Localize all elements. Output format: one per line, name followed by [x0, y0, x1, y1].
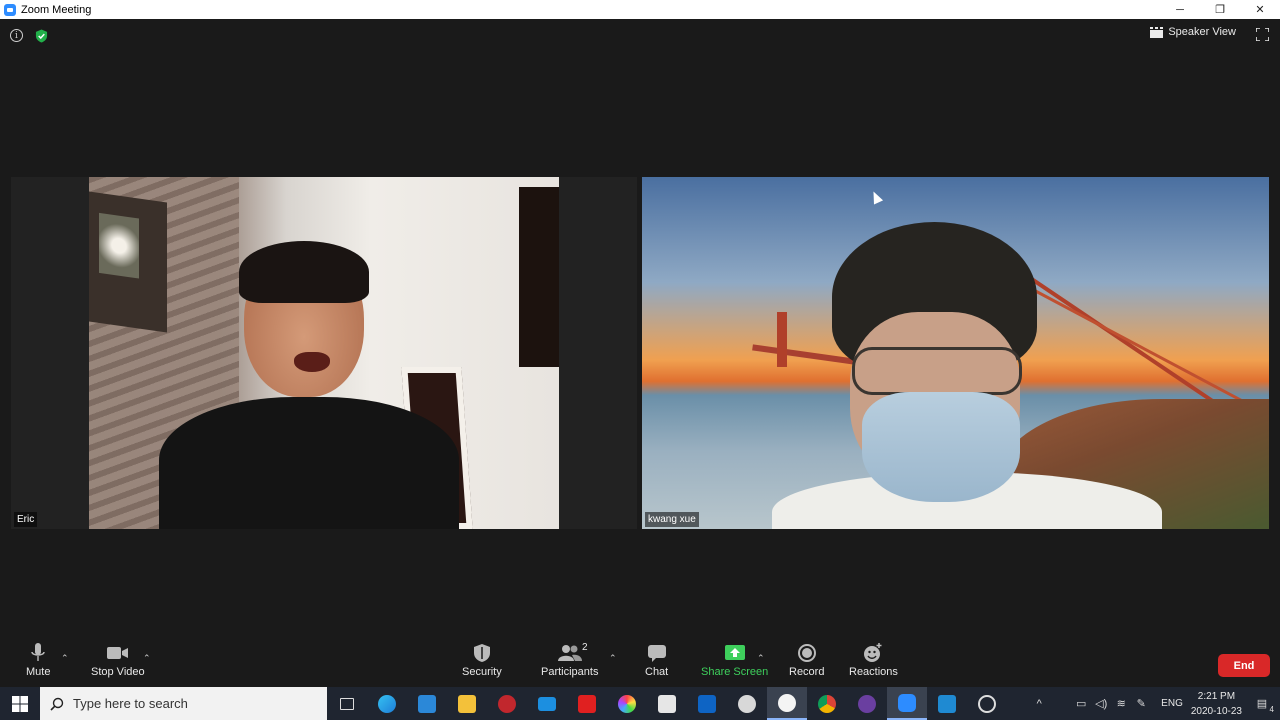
mute-button[interactable]: Mute: [26, 643, 50, 678]
task-view-icon[interactable]: [327, 687, 367, 720]
zoom-app-icon: [4, 3, 16, 16]
wall-picture: [89, 191, 167, 333]
participants-icon: [557, 645, 582, 661]
language-indicator[interactable]: ENG: [1161, 698, 1183, 709]
security-label: Security: [462, 666, 502, 678]
pen-icon[interactable]: ✎: [1131, 697, 1151, 710]
notification-icon[interactable]: ▤ 4: [1252, 697, 1274, 714]
windows-logo-icon: [12, 695, 28, 712]
video-options-caret[interactable]: ⌃: [143, 653, 151, 664]
app-purple-icon[interactable]: [847, 687, 887, 720]
fullscreen-icon[interactable]: [1256, 28, 1269, 41]
youdao-icon[interactable]: [567, 687, 607, 720]
close-button[interactable]: ✕: [1240, 0, 1280, 19]
participants-label: Participants: [541, 666, 599, 678]
chrome-like-icon[interactable]: [727, 687, 767, 720]
reactions-label: Reactions: [849, 666, 898, 678]
speaker-view-icon: [1150, 26, 1164, 38]
wifi-icon[interactable]: ≋: [1111, 697, 1131, 710]
reactions-button[interactable]: Reactions: [849, 643, 898, 678]
virtual-background: [642, 177, 1269, 529]
participant-name-tag: Eric: [14, 512, 38, 527]
record-label: Record: [789, 666, 825, 678]
bag-icon[interactable]: [647, 687, 687, 720]
participant-eric-video: [159, 241, 459, 529]
security-button[interactable]: Security: [462, 643, 502, 678]
record-icon: [797, 644, 816, 662]
start-button[interactable]: [0, 687, 40, 720]
participant-kwang-xue-video: [772, 222, 1162, 529]
speaker-view-button[interactable]: Speaker View: [1150, 26, 1236, 38]
battery-icon[interactable]: ▭: [1071, 697, 1091, 710]
paint-icon[interactable]: [607, 687, 647, 720]
encryption-shield-icon[interactable]: [35, 29, 48, 43]
windows-taskbar: Type here to search ^ ▭ ◁) ≋ ✎ ENG 2:21 …: [0, 687, 1280, 720]
store-icon[interactable]: [407, 687, 447, 720]
reactions-smiley-icon: [864, 643, 882, 662]
security-shield-icon: [473, 644, 490, 662]
chat-label: Chat: [645, 666, 669, 678]
share-screen-label: Share Screen: [701, 666, 769, 678]
window-title: Zoom Meeting: [21, 3, 92, 16]
clock-date: 2020-10-23: [1190, 705, 1242, 717]
notification-count: 4: [1269, 705, 1274, 714]
search-icon: [50, 697, 64, 711]
record-button[interactable]: Record: [789, 643, 824, 678]
file-explorer-icon[interactable]: [447, 687, 487, 720]
video-feed-eric: [89, 177, 559, 529]
stop-video-label: Stop Video: [91, 666, 145, 678]
clock-time: 2:21 PM: [1197, 690, 1236, 702]
participants-options-caret[interactable]: ⌃: [609, 653, 617, 664]
share-options-caret[interactable]: ⌃: [757, 653, 765, 664]
participants-button[interactable]: Participants: [541, 643, 598, 678]
taskbar-search-box[interactable]: Type here to search: [40, 687, 327, 720]
stop-video-button[interactable]: Stop Video: [91, 643, 145, 678]
restore-button[interactable]: ❐: [1200, 0, 1240, 19]
meeting-area: i Speaker View Eric kwang xue Mute ⌃ Sto…: [0, 19, 1280, 688]
end-meeting-button[interactable]: End: [1218, 654, 1270, 677]
system-tray: ^ ▭ ◁) ≋ ✎ ENG 2:21 PM 2020-10-23 ▤ 4: [1029, 687, 1280, 720]
participants-count: 2: [582, 642, 588, 653]
speaker-view-label: Speaker View: [1168, 26, 1236, 38]
vscode-icon[interactable]: [927, 687, 967, 720]
video-tile-eric[interactable]: Eric: [11, 177, 637, 529]
video-camera-icon: [106, 647, 128, 659]
volume-icon[interactable]: ◁): [1091, 697, 1111, 710]
zoom-icon[interactable]: [887, 687, 927, 720]
share-screen-icon: [724, 645, 745, 660]
app-red-icon[interactable]: [487, 687, 527, 720]
chat-bubble-icon: [647, 645, 666, 662]
search-placeholder: Type here to search: [73, 696, 188, 711]
mail-icon[interactable]: [527, 687, 567, 720]
audio-options-caret[interactable]: ⌃: [61, 653, 69, 664]
taskbar-clock[interactable]: 2:21 PM 2020-10-23: [1191, 689, 1242, 719]
chrome-icon[interactable]: [807, 687, 847, 720]
microphone-icon: [31, 643, 45, 661]
meeting-info-icon[interactable]: i: [10, 29, 23, 42]
window-titlebar: Zoom Meeting ─ ❐ ✕: [0, 0, 1280, 19]
edge-icon[interactable]: [367, 687, 407, 720]
show-hidden-icons[interactable]: ^: [1029, 698, 1049, 710]
wechat-icon[interactable]: [767, 687, 807, 720]
video-tile-kwang-xue[interactable]: kwang xue: [642, 177, 1269, 529]
obs-icon[interactable]: [967, 687, 1007, 720]
outlook-icon[interactable]: [687, 687, 727, 720]
mute-label: Mute: [26, 666, 51, 678]
meeting-toolbar: Mute ⌃ Stop Video ⌃ Security Participant…: [0, 641, 1280, 688]
chat-button[interactable]: Chat: [645, 643, 668, 678]
participant-name-tag: kwang xue: [645, 512, 699, 527]
minimize-button[interactable]: ─: [1160, 0, 1200, 19]
